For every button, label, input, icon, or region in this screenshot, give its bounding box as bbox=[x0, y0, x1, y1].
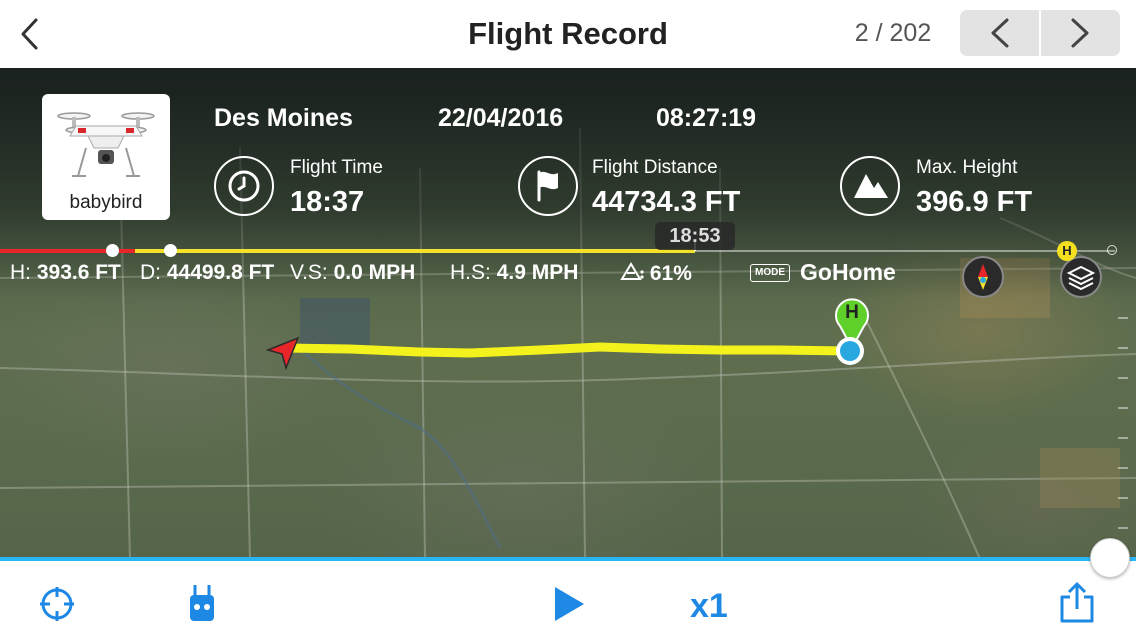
compass-button[interactable] bbox=[962, 256, 1004, 298]
top-bar: Flight Record 2 / 202 bbox=[0, 0, 1136, 68]
home-badge: H bbox=[1057, 241, 1077, 261]
telemetry-battery: 61% bbox=[618, 261, 692, 286]
play-button[interactable] bbox=[552, 585, 586, 628]
timeline-end-marker bbox=[1107, 245, 1117, 255]
compass-icon bbox=[978, 264, 988, 290]
flight-start-time: 08:27:19 bbox=[656, 104, 757, 132]
previous-record-button[interactable] bbox=[960, 10, 1039, 56]
flight-distance-stat-icon bbox=[518, 156, 578, 216]
aircraft-marker-icon bbox=[265, 336, 300, 371]
flight-distance-value: 44734.3 FT bbox=[592, 186, 741, 218]
telemetry-height: H: 393.6 FT bbox=[10, 261, 121, 285]
locate-button[interactable] bbox=[38, 585, 76, 628]
home-point-marker[interactable]: H bbox=[832, 298, 872, 368]
timeline-remaining-segment bbox=[695, 250, 1115, 252]
remote-controller-icon bbox=[190, 585, 214, 621]
mountain-icon bbox=[854, 174, 888, 198]
distance-label: D: bbox=[140, 261, 161, 284]
record-counter: 2 / 202 bbox=[854, 19, 932, 47]
clock-icon bbox=[228, 170, 260, 202]
home-pin-label: H bbox=[845, 302, 859, 323]
next-icon bbox=[1071, 18, 1089, 48]
remote-controller-button[interactable] bbox=[186, 583, 218, 630]
battery-icon bbox=[620, 262, 644, 280]
share-icon bbox=[1060, 582, 1094, 623]
timeline-event-dot[interactable] bbox=[106, 244, 119, 257]
max-height-stat-icon bbox=[840, 156, 900, 216]
record-nav bbox=[960, 10, 1120, 56]
vs-label: V.S: bbox=[290, 261, 328, 284]
height-value: 393.6 FT bbox=[36, 261, 121, 284]
flight-record-screen: Flight Record 2 / 202 H babybird Des Moi… bbox=[0, 0, 1136, 640]
aircraft-name: babybird bbox=[69, 192, 143, 213]
playhead-time-badge: 18:53 bbox=[655, 222, 735, 250]
prev-icon bbox=[991, 18, 1009, 48]
vs-value: 0.0 MPH bbox=[333, 261, 416, 284]
flight-time-stat-icon bbox=[214, 156, 274, 216]
playback-toolbar: x1 bbox=[0, 561, 1136, 640]
height-label: H: bbox=[10, 261, 31, 284]
telemetry-vertical-speed: V.S: 0.0 MPH bbox=[290, 261, 415, 285]
distance-value: 44499.8 FT bbox=[166, 261, 275, 284]
playback-speed-button[interactable]: x1 bbox=[690, 587, 728, 626]
max-height-value: 396.9 FT bbox=[916, 186, 1033, 218]
flight-mode-value: GoHome bbox=[800, 259, 896, 285]
flag-icon bbox=[537, 170, 558, 202]
aircraft-card: babybird bbox=[42, 94, 170, 220]
battery-value: 61% bbox=[649, 262, 692, 285]
flight-timeline[interactable] bbox=[0, 241, 1136, 257]
locate-icon bbox=[40, 587, 74, 621]
flight-location: Des Moines bbox=[214, 104, 353, 132]
layers-icon bbox=[1066, 265, 1096, 291]
telemetry-horizontal-speed: H.S: 4.9 MPH bbox=[450, 261, 578, 285]
max-height-label: Max. Height bbox=[916, 157, 1018, 178]
map-layers-button[interactable] bbox=[1060, 256, 1102, 298]
play-icon bbox=[555, 587, 584, 621]
timeline-played-segment bbox=[135, 249, 695, 253]
hs-value: 4.9 MPH bbox=[496, 261, 579, 284]
next-record-button[interactable] bbox=[1041, 10, 1120, 56]
drone-image bbox=[57, 112, 155, 177]
playback-progress-knob[interactable] bbox=[1090, 538, 1130, 578]
scale-ticks bbox=[1118, 317, 1128, 529]
telemetry-distance: D: 44499.8 FT bbox=[140, 261, 274, 285]
flight-time-label: Flight Time bbox=[290, 157, 383, 178]
share-button[interactable] bbox=[1058, 581, 1096, 630]
mode-tag: MODE bbox=[750, 264, 790, 282]
flight-path bbox=[279, 342, 853, 358]
flight-date: 22/04/2016 bbox=[438, 104, 564, 132]
hs-label: H.S: bbox=[450, 261, 491, 284]
flight-distance-label: Flight Distance bbox=[592, 157, 718, 178]
satellite-map[interactable]: H babybird Des Moines 22/04/2016 08:27:1… bbox=[0, 68, 1136, 559]
flight-time-value: 18:37 bbox=[290, 186, 365, 218]
timeline-event-dot[interactable] bbox=[164, 244, 177, 257]
